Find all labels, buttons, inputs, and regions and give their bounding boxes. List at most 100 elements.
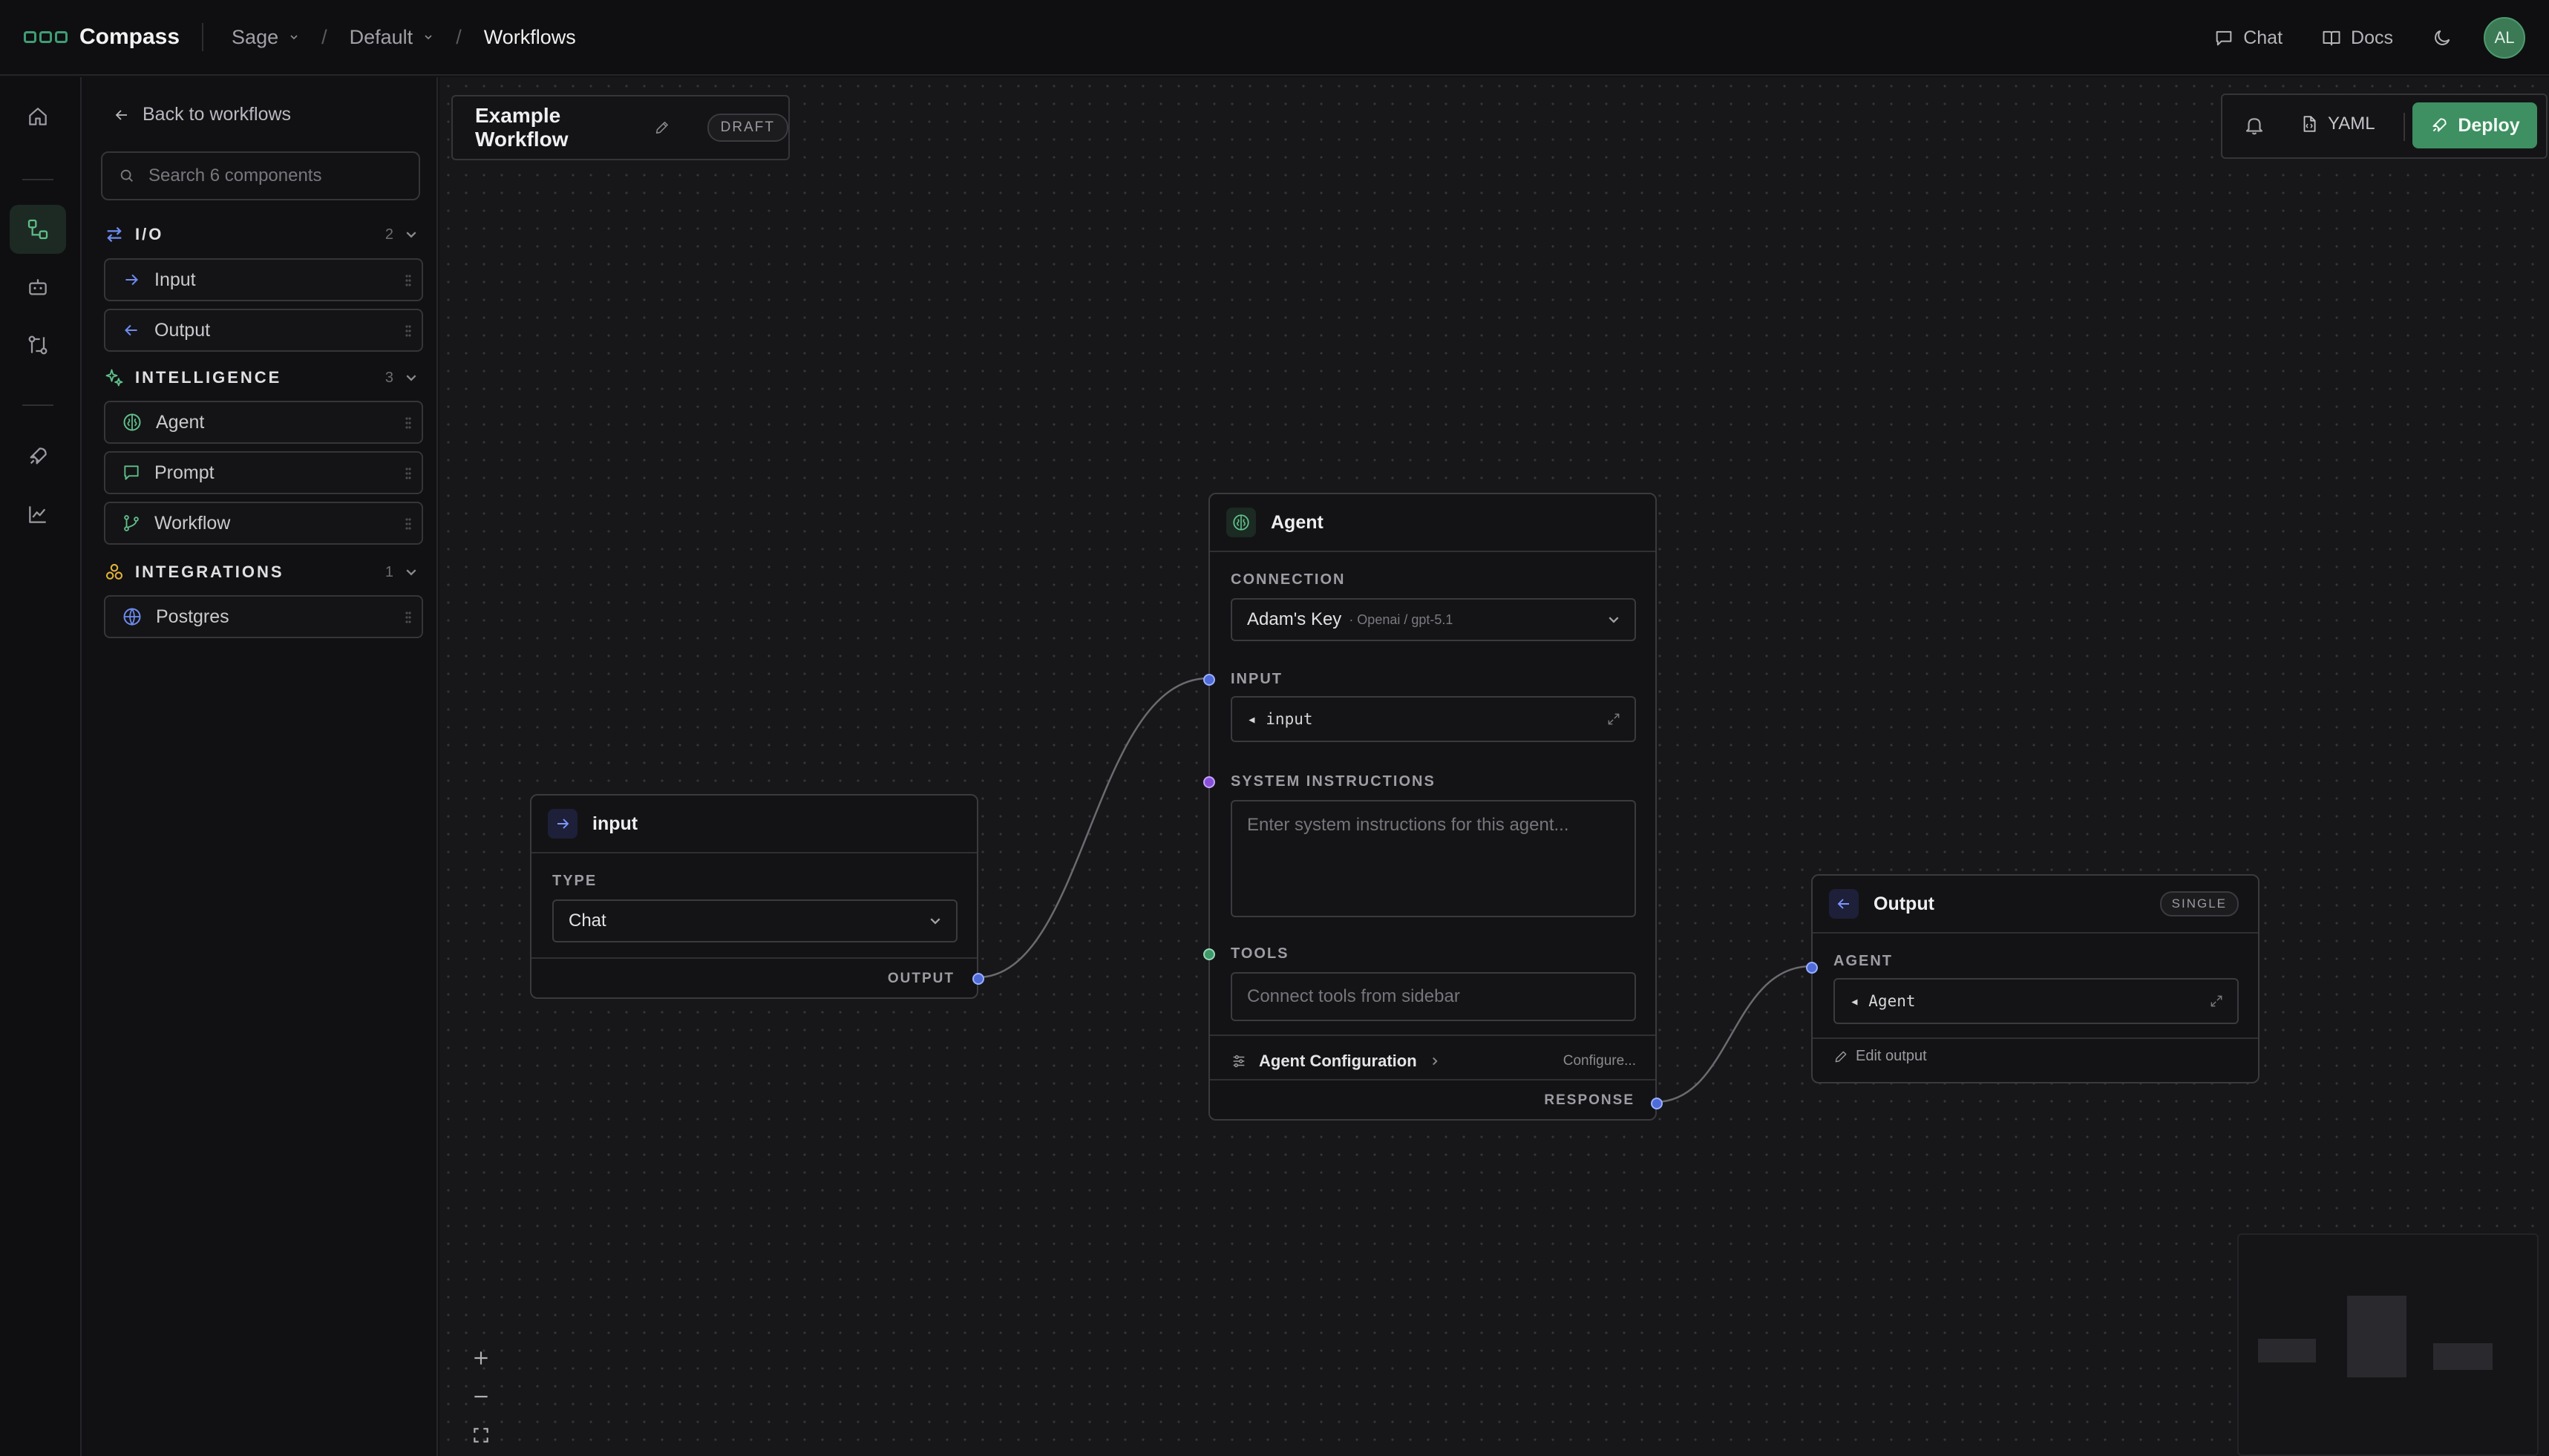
agent-configuration-row[interactable]: Agent Configuration Configure... [1231,1045,1636,1078]
chevron-down-icon [1609,617,1619,623]
agent-node-header[interactable]: Agent [1210,494,1655,552]
component-search[interactable] [101,151,420,200]
input-node-title: input [592,813,638,834]
type-select[interactable]: Chat [552,899,958,942]
top-bar: Compass Sage / Default / Workflows Chat … [0,0,2549,76]
chat-link[interactable]: Chat [2213,27,2283,49]
category-count: 1 [385,563,393,580]
component-workflow[interactable]: Workflow [104,502,423,545]
book-icon [2323,30,2340,46]
theme-toggle-moon-icon[interactable] [2432,27,2453,48]
back-label: Back to workflows [143,104,292,125]
user-avatar[interactable]: AL [2484,17,2525,59]
drag-handle-icon[interactable] [405,611,411,624]
category-integrations[interactable]: INTEGRATIONS 1 [104,557,422,587]
pencil-icon [1835,1051,1847,1062]
breadcrumb-org-label: Sage [232,25,279,48]
chart-line-icon [29,506,46,523]
back-to-workflows-link[interactable]: Back to workflows [113,104,291,125]
drag-handle-icon[interactable] [405,324,411,338]
node-divider [1813,1037,2258,1039]
plus-icon [474,1351,488,1365]
component-input[interactable]: Input [104,258,423,301]
tools-port[interactable] [1203,948,1215,960]
system-instructions-port[interactable] [1203,776,1215,788]
expand-icon[interactable] [1606,712,1621,727]
drag-handle-icon[interactable] [405,517,411,531]
category-io[interactable]: I/O 2 [104,220,422,249]
arrow-left-icon [125,324,137,336]
app-name: Compass [79,24,180,49]
brain-icon [1226,508,1256,537]
category-label: INTELLIGENCE [135,368,282,387]
breadcrumb-org[interactable]: Sage [232,26,299,49]
rail-connections-button[interactable] [10,321,66,370]
configure-link[interactable]: Configure... [1563,1053,1636,1069]
agent-node[interactable]: Agent CONNECTION Adam's Key · Openai / g… [1203,493,1663,1121]
workflow-canvas[interactable]: Example Workflow DRAFT YAML Deploy input… [439,77,2549,1456]
rail-divider [22,179,53,180]
components-sidebar: Back to workflows I/O 2 Input Output INT… [83,77,438,1456]
edit-output-button[interactable]: Edit output [1833,1048,1927,1065]
drag-handle-icon[interactable] [405,416,411,430]
agent-input-field[interactable]: ◂ input [1231,696,1636,742]
rail-analytics-button[interactable] [10,490,66,539]
agent-input-port[interactable] [1203,674,1215,686]
component-prompt[interactable]: Prompt [104,451,423,494]
minimap-input-node [2258,1339,2316,1362]
arrows-exchange-icon [107,226,122,243]
component-postgres[interactable]: Postgres [104,595,423,638]
rail-deployments-button[interactable] [10,432,66,481]
input-node-header[interactable]: input [531,796,977,853]
component-output[interactable]: Output [104,309,423,352]
minimap-output-node [2433,1343,2493,1370]
chat-icon [2216,30,2232,46]
connection-select[interactable]: Adam's Key · Openai / gpt-5.1 [1231,598,1636,641]
output-agent-label: AGENT [1833,953,1893,969]
type-label: TYPE [552,873,598,889]
system-instructions-placeholder: Enter system instructions for this agent… [1247,815,1569,835]
output-node-header[interactable]: Output SINGLE [1813,876,2258,934]
top-bar-actions: Chat Docs AL [2213,0,2549,76]
logo[interactable]: Compass [24,24,180,50]
sliders-icon [1233,1055,1245,1068]
output-mode-badge: SINGLE [2159,891,2239,916]
breadcrumb-project[interactable]: Default [350,26,434,49]
rail-workflows-button[interactable] [10,205,66,254]
minimap-agent-node [2347,1296,2406,1377]
rail-agents-button[interactable] [10,263,66,312]
app-root: Compass Sage / Default / Workflows Chat … [0,0,2549,1456]
arrow-right-icon [548,809,577,839]
output-agent-field[interactable]: ◂ Agent [1833,978,2239,1024]
system-instructions-textarea[interactable]: Enter system instructions for this agent… [1231,800,1636,917]
agent-response-port[interactable] [1651,1098,1663,1109]
output-agent-value: ◂ Agent [1850,992,1916,1010]
search-input[interactable] [148,165,401,186]
search-icon [120,169,133,182]
home-icon [29,108,47,125]
docs-link-label: Docs [2351,27,2393,48]
fit-view-icon [474,1428,488,1443]
input-node-output-port[interactable] [972,973,984,985]
minimap[interactable] [2237,1233,2539,1456]
component-agent[interactable]: Agent [104,401,423,444]
arrow-left-icon [115,109,127,120]
breadcrumb-project-label: Default [349,25,413,48]
icon-rail [0,77,82,1456]
expand-icon[interactable] [2209,994,2224,1009]
category-intelligence[interactable]: INTELLIGENCE 3 [104,363,422,393]
zoom-in-button[interactable] [462,1339,500,1377]
drag-handle-icon[interactable] [405,467,411,480]
rail-home-button[interactable] [10,92,66,141]
tools-field[interactable]: Connect tools from sidebar [1231,972,1636,1021]
fit-view-button[interactable] [462,1416,500,1455]
docs-link[interactable]: Docs [2321,27,2393,49]
input-node[interactable]: input TYPE Chat OUTPUT [530,794,984,999]
output-node[interactable]: Output SINGLE AGENT ◂ Agent Edit output [1806,874,2260,1083]
zoom-out-button[interactable] [462,1377,500,1416]
output-agent-port[interactable] [1806,962,1818,974]
breadcrumb-separator: / [456,25,462,48]
category-label: I/O [135,225,164,243]
drag-handle-icon[interactable] [405,274,411,287]
breadcrumb-current[interactable]: Workflows [484,26,576,49]
